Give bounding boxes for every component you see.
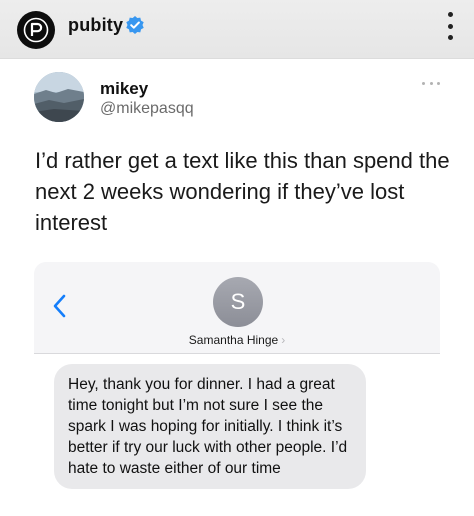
tweet-text: I’d rather get a text like this than spe… xyxy=(35,148,450,235)
account-avatar[interactable] xyxy=(17,11,55,49)
dot xyxy=(429,82,433,85)
chevron-right-icon: › xyxy=(281,333,286,347)
tweet-author-name[interactable]: mikey xyxy=(100,79,148,99)
message-screenshot: S Samantha Hinge › Hey, thank you for din… xyxy=(34,262,440,516)
tweet-author-handle[interactable]: @mikepasqq xyxy=(100,100,194,118)
more-options-icon[interactable] xyxy=(446,12,454,40)
avatar-photo xyxy=(34,72,84,122)
dot xyxy=(447,12,453,17)
account-username[interactable]: pubity xyxy=(68,15,123,36)
dot xyxy=(447,35,453,40)
received-message-bubble: Hey, thank you for dinner. I had a great… xyxy=(54,364,366,489)
tweet-more-icon[interactable] xyxy=(422,82,440,86)
pubity-logo-icon xyxy=(23,17,49,43)
chevron-left-icon[interactable] xyxy=(52,294,66,318)
dot xyxy=(447,23,453,29)
conversation-header: S Samantha Hinge › xyxy=(34,262,440,354)
dot xyxy=(437,82,440,85)
contact-name-row[interactable]: Samantha Hinge › xyxy=(34,333,440,347)
dot xyxy=(422,82,425,85)
verified-badge-icon xyxy=(126,16,144,34)
tweet-author-avatar[interactable] xyxy=(34,72,84,122)
post-header: pubity xyxy=(0,0,474,59)
contact-avatar[interactable]: S xyxy=(213,277,263,327)
contact-initial: S xyxy=(230,289,246,314)
contact-name: Samantha Hinge xyxy=(188,333,279,347)
